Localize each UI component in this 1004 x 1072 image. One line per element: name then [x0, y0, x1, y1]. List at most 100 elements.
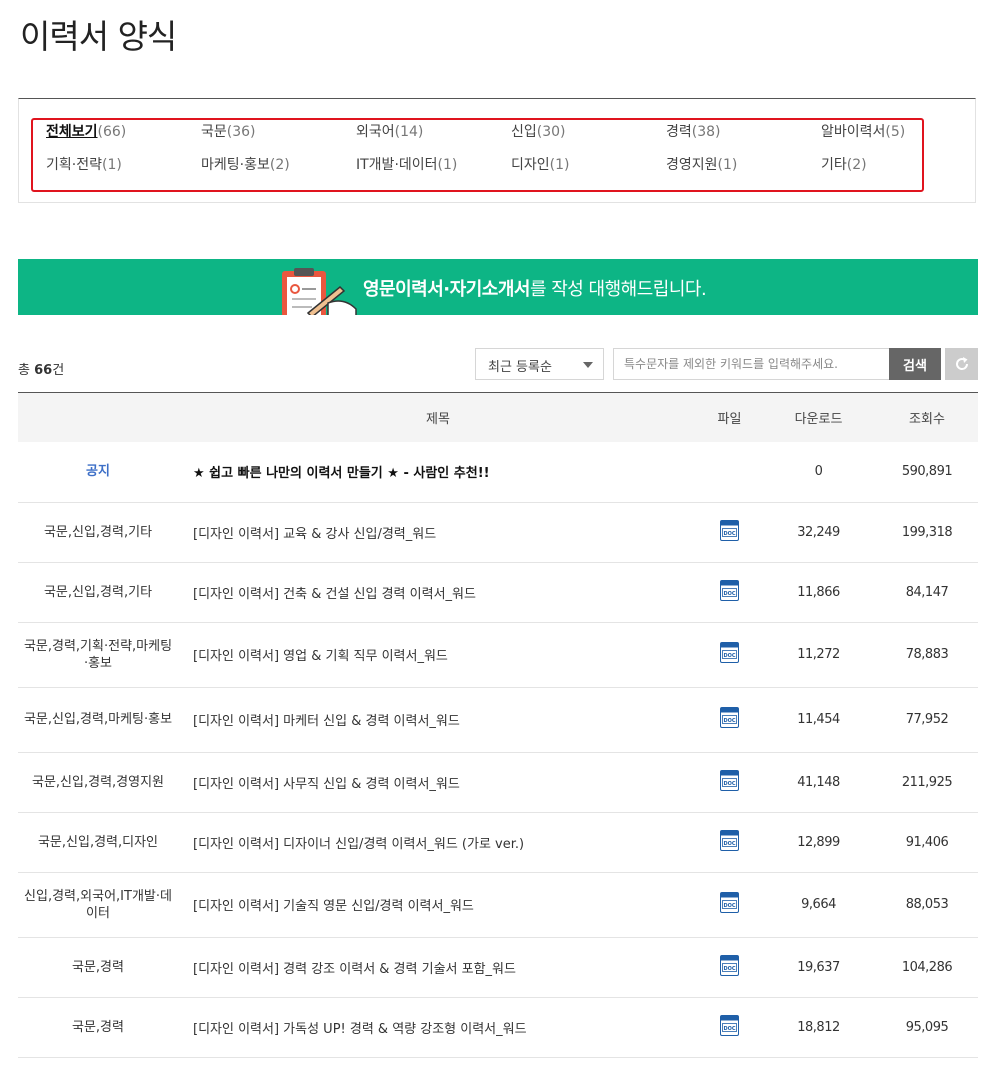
banner-text: 영문이력서·자기소개서를 작성 대행해드립니다. — [363, 275, 707, 301]
doc-icon[interactable]: DOC — [720, 954, 739, 976]
category-count: (1) — [101, 157, 122, 173]
refresh-icon — [955, 357, 968, 370]
promo-banner[interactable]: 영문이력서·자기소개서를 작성 대행해드립니다. — [18, 259, 978, 315]
row-file: DOC — [698, 997, 761, 1058]
doc-icon[interactable]: DOC — [720, 642, 739, 663]
header-category — [18, 392, 178, 442]
doc-icon[interactable]: DOC — [720, 829, 739, 851]
row-title-link[interactable]: [디자인 이력서] 교육 & 강사 신입/경력_워드 — [193, 527, 436, 542]
category-count: (1) — [717, 157, 738, 173]
row-downloads: 18,812 — [761, 997, 876, 1058]
table-row[interactable]: 국문,신입,경력,디자인 [디자인 이력서] 디자이너 신입/경력 이력서_워드 … — [18, 812, 978, 873]
row-views: 211,925 — [876, 752, 978, 813]
caret-down-icon — [583, 362, 593, 368]
category-item[interactable]: 알바이력서(5) — [821, 123, 976, 142]
table-row[interactable]: 국문,신입,경력,기타 [디자인 이력서] 건축 & 건설 신입 경력 이력서_워… — [18, 562, 978, 623]
row-category: 국문,경력 — [18, 937, 178, 998]
header-downloads: 다운로드 — [761, 392, 876, 442]
table-row[interactable]: 국문,경력 [디자인 이력서] 경력 강조 이력서 & 경력 기술서 포함_워드 D… — [18, 937, 978, 998]
row-title-link[interactable]: ★ 쉽고 빠른 나만의 이력서 만들기 ★ - 사람인 추천!! — [193, 466, 490, 481]
header-title: 제목 — [178, 392, 698, 442]
row-title-link[interactable]: [디자인 이력서] 마케터 신입 & 경력 이력서_워드 — [193, 714, 460, 729]
row-downloads: 32,249 — [761, 502, 876, 563]
category-item[interactable]: 마케팅·홍보(2) — [201, 156, 356, 175]
row-downloads: 41,148 — [761, 752, 876, 813]
category-item[interactable]: 외국어(14) — [356, 123, 511, 142]
row-file: DOC — [698, 812, 761, 873]
header-file: 파일 — [698, 392, 761, 442]
row-title-link[interactable]: [디자인 이력서] 영업 & 기획 직무 이력서_워드 — [193, 649, 448, 664]
row-title-cell: [디자인 이력서] 기술직 영문 신입/경력 이력서_워드 — [178, 872, 698, 938]
sort-selected-value: 최근 등록순 — [488, 360, 552, 375]
reset-button[interactable] — [945, 348, 978, 380]
table-row[interactable]: 국문,경력 [디자인 이력서] 가독성 UP! 경력 & 역량 강조형 이력서_워… — [18, 997, 978, 1058]
category-count: (30) — [536, 124, 566, 140]
table-row[interactable]: 국문,신입,경력,경영지원 [디자인 이력서] 사무직 신입 & 경력 이력서_워… — [18, 752, 978, 813]
svg-text:DOC: DOC — [723, 903, 735, 909]
row-title-cell: [디자인 이력서] 사무직 신입 & 경력 이력서_워드 — [178, 752, 698, 813]
row-title-link[interactable]: [디자인 이력서] 디자이너 신입/경력 이력서_워드 (가로 ver.) — [193, 837, 524, 852]
row-views: 88,053 — [876, 872, 978, 938]
category-item[interactable]: 경영지원(1) — [666, 156, 821, 175]
search-input[interactable] — [613, 348, 890, 380]
table-row[interactable]: 국문,경력,기획·전략,마케팅·홍보 [디자인 이력서] 영업 & 기획 직무 이… — [18, 622, 978, 688]
category-item[interactable]: 기타(2) — [821, 156, 976, 175]
sort-select[interactable]: 최근 등록순 — [475, 348, 604, 380]
doc-icon[interactable]: DOC — [720, 769, 739, 791]
row-views: 199,318 — [876, 502, 978, 563]
svg-text:DOC: DOC — [723, 653, 735, 659]
table-header-row: 제목 파일 다운로드 조회수 — [18, 392, 978, 442]
row-title-link[interactable]: [디자인 이력서] 건축 & 건설 신입 경력 이력서_워드 — [193, 587, 476, 602]
category-item[interactable]: IT개발·데이터(1) — [356, 156, 511, 175]
row-downloads: 12,899 — [761, 812, 876, 873]
row-title-link[interactable]: [디자인 이력서] 기술직 영문 신입/경력 이력서_워드 — [193, 899, 474, 914]
search-button[interactable]: 검색 — [889, 348, 941, 380]
svg-text:DOC: DOC — [723, 780, 735, 786]
category-name: 디자인 — [511, 157, 550, 173]
table-row[interactable]: 국문,신입,경력,기타 [디자인 이력서] 교육 & 강사 신입/경력_워드 DOC… — [18, 502, 978, 563]
table-row[interactable]: 국문,신입,경력,마케팅·홍보 [디자인 이력서] 마케터 신입 & 경력 이력서… — [18, 687, 978, 753]
banner-text-bold: 영문이력서·자기소개서 — [363, 279, 530, 300]
row-category: 국문,경력 — [18, 997, 178, 1058]
row-file: DOC — [698, 562, 761, 623]
svg-text:DOC: DOC — [723, 1025, 735, 1031]
category-filter-box: 전체보기(66) 국문(36) 외국어(14) 신입(30) 경력(38) 알바이력서(5… — [18, 98, 976, 203]
clipboard-pen-icon — [282, 268, 357, 315]
row-views: 78,883 — [876, 622, 978, 688]
page-title: 이력서 양식 — [20, 17, 177, 56]
row-category: 국문,신입,경력,디자인 — [18, 812, 178, 873]
row-title-link[interactable]: [디자인 이력서] 사무직 신입 & 경력 이력서_워드 — [193, 777, 460, 792]
row-title-link[interactable]: [디자인 이력서] 가독성 UP! 경력 & 역량 강조형 이력서_워드 — [193, 1022, 527, 1037]
category-item[interactable]: 신입(30) — [511, 123, 666, 142]
doc-icon[interactable]: DOC — [720, 707, 739, 728]
row-file: DOC — [698, 872, 761, 938]
doc-icon[interactable]: DOC — [720, 1014, 739, 1036]
row-title-link[interactable]: [디자인 이력서] 경력 강조 이력서 & 경력 기술서 포함_워드 — [193, 962, 516, 977]
category-item[interactable]: 전체보기(66) — [46, 123, 201, 142]
category-name: IT개발·데이터 — [356, 157, 438, 173]
total-number: 66 — [34, 363, 53, 378]
row-views: 84,147 — [876, 562, 978, 623]
row-title-cell: [디자인 이력서] 영업 & 기획 직무 이력서_워드 — [178, 622, 698, 688]
row-title-cell: [디자인 이력서] 마케터 신입 & 경력 이력서_워드 — [178, 687, 698, 753]
category-item[interactable]: 경력(38) — [666, 123, 821, 142]
category-name: 기타 — [821, 157, 847, 173]
row-category: 국문,신입,경력,기타 — [18, 562, 178, 623]
category-item[interactable]: 국문(36) — [201, 123, 356, 142]
svg-text:DOC: DOC — [723, 530, 735, 536]
category-count: (1) — [437, 157, 458, 173]
doc-icon[interactable]: DOC — [720, 579, 739, 601]
category-name: 전체보기 — [46, 124, 98, 140]
category-name: 신입 — [511, 124, 537, 140]
category-item[interactable]: 기획·전략(1) — [46, 156, 201, 175]
doc-icon[interactable]: DOC — [720, 892, 739, 913]
notice-row[interactable]: 공지 ★ 쉽고 빠른 나만의 이력서 만들기 ★ - 사람인 추천!! 0 590,8… — [18, 442, 978, 503]
doc-icon[interactable]: DOC — [720, 519, 739, 541]
row-file — [698, 442, 761, 503]
row-title-cell: [디자인 이력서] 건축 & 건설 신입 경력 이력서_워드 — [178, 562, 698, 623]
category-item[interactable]: 디자인(1) — [511, 156, 666, 175]
row-title-cell: [디자인 이력서] 디자이너 신입/경력 이력서_워드 (가로 ver.) — [178, 812, 698, 873]
table-row[interactable]: 신입,경력,외국어,IT개발·데이터 [디자인 이력서] 기술직 영문 신입/경력… — [18, 872, 978, 938]
category-name: 국문 — [201, 124, 227, 140]
category-name: 마케팅·홍보 — [201, 157, 270, 173]
